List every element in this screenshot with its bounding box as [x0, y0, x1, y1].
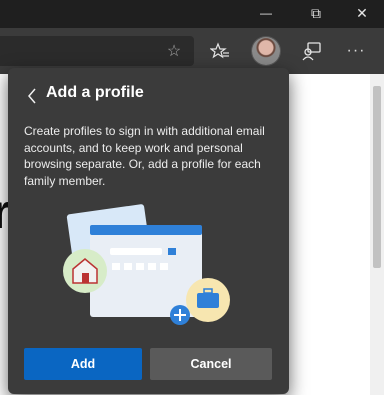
add-button[interactable]: Add — [24, 348, 142, 380]
add-profile-flyout: Add a profile Create profiles to sign in… — [8, 68, 289, 394]
restore-button[interactable]: ⧉ — [296, 0, 336, 26]
feedback-button[interactable] — [298, 37, 326, 65]
favorite-button[interactable]: ☆ — [160, 37, 188, 65]
back-button[interactable] — [24, 86, 40, 106]
scrollbar-thumb[interactable] — [373, 86, 381, 268]
star-icon: ☆ — [166, 43, 182, 60]
profile-avatar-button[interactable] — [252, 37, 280, 65]
favorites-button[interactable] — [206, 37, 234, 65]
minimize-icon: — — [260, 6, 272, 20]
close-icon: ✕ — [356, 4, 368, 21]
more-options-button[interactable]: ··· — [342, 37, 370, 65]
close-window-button[interactable]: ✕ — [342, 0, 382, 26]
restore-icon: ⧉ — [311, 4, 321, 21]
profiles-illustration — [63, 204, 230, 325]
chevron-left-icon — [28, 88, 36, 104]
feedback-icon — [302, 42, 321, 61]
flyout-title: Add a profile — [46, 84, 144, 101]
favorites-list-icon — [210, 42, 229, 59]
flyout-description: Create profiles to sign in with addition… — [24, 124, 265, 188]
minimize-button[interactable]: — — [246, 0, 286, 26]
cancel-button[interactable]: Cancel — [150, 348, 272, 380]
more-icon: ··· — [346, 42, 366, 59]
